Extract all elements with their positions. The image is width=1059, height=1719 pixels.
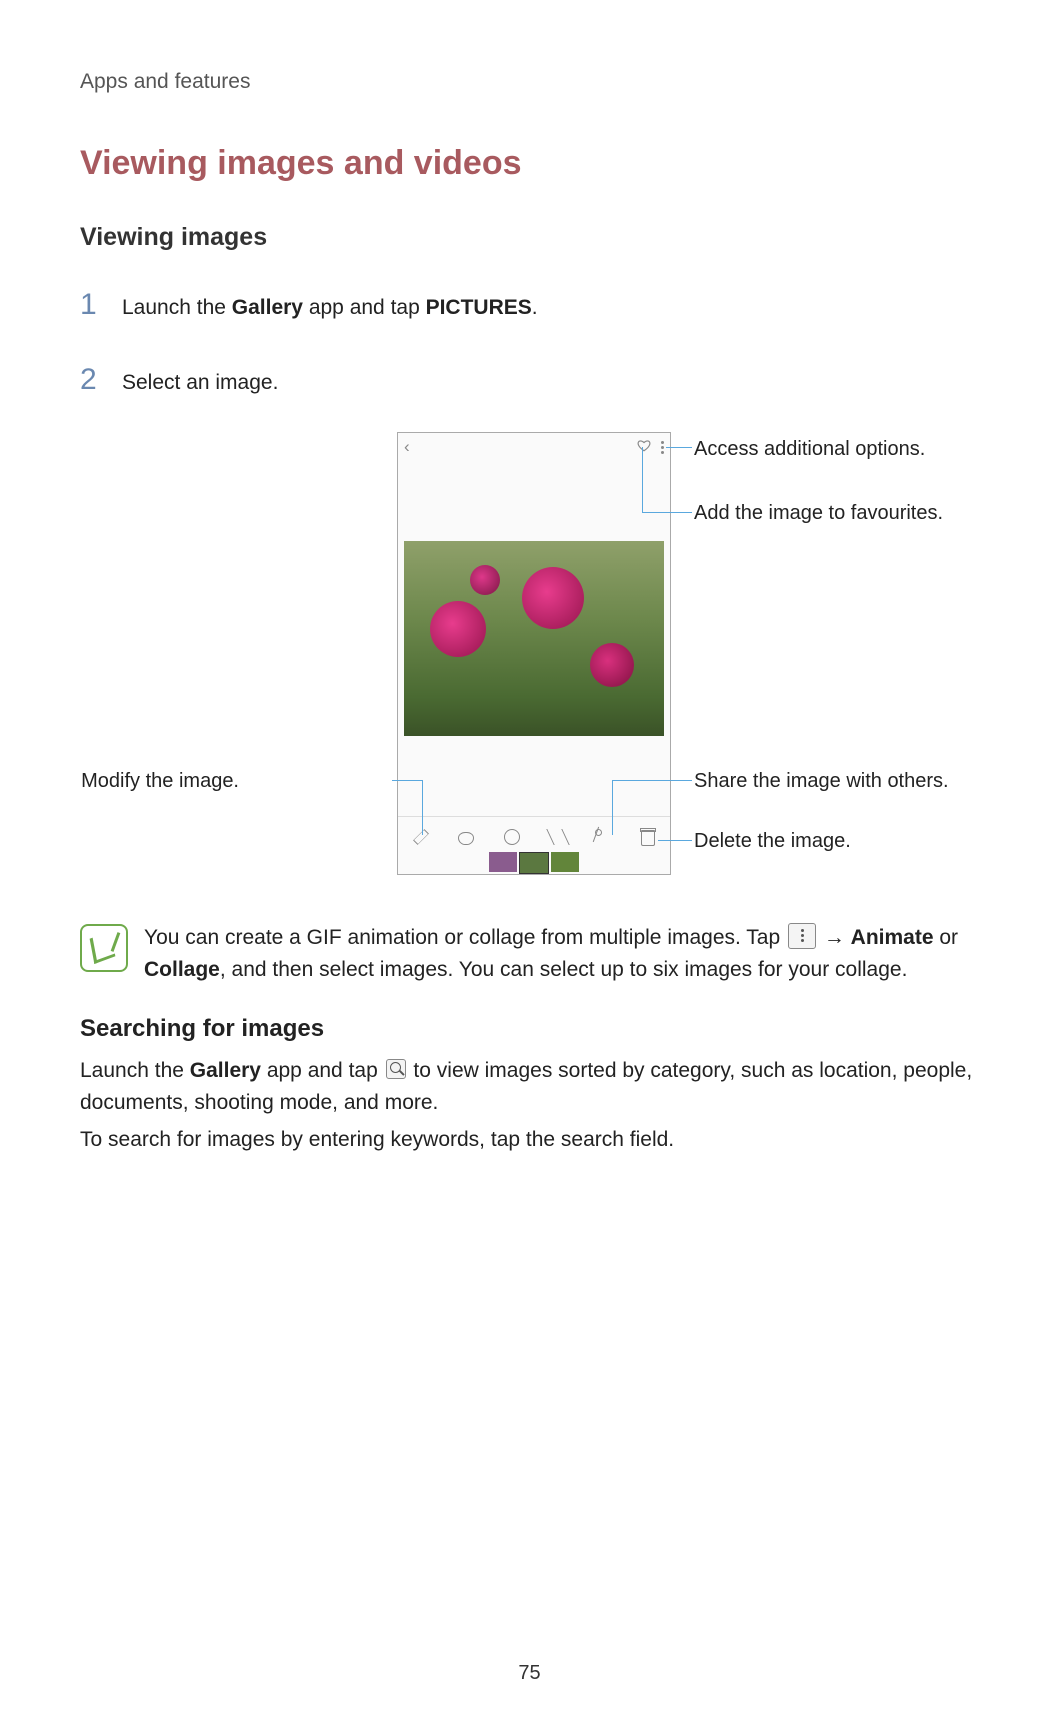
text: Launch the [80, 1059, 190, 1082]
more-options-icon [661, 441, 664, 454]
cloud-icon [458, 829, 474, 845]
callout-modify: Modify the image. [81, 770, 239, 793]
more-options-icon [788, 923, 816, 949]
text: . [532, 296, 538, 319]
delete-icon [641, 830, 655, 846]
callout-delete: Delete the image. [694, 830, 851, 853]
text: You can create a GIF animation or collag… [144, 926, 786, 949]
header-breadcrumb: Apps and features [80, 70, 989, 94]
bold: Collage [144, 958, 220, 981]
bold: PICTURES [426, 296, 532, 319]
phone-mock: ‹ [397, 432, 671, 875]
tip-note: You can create a GIF animation or collag… [80, 922, 989, 985]
paragraph: To search for images by entering keyword… [80, 1124, 989, 1156]
search-icon [386, 1059, 406, 1079]
text: Launch the [122, 296, 232, 319]
bold: Gallery [190, 1059, 261, 1082]
section-heading-viewing-images: Viewing images [80, 223, 989, 252]
edit-icon [413, 829, 429, 845]
back-icon: ‹ [404, 437, 410, 457]
text: app and tap [261, 1059, 384, 1082]
page: Apps and features Viewing images and vid… [0, 0, 1059, 1719]
crop-icon [550, 829, 566, 845]
bold: Animate [851, 926, 934, 949]
text: → [818, 926, 851, 949]
callout-share: Share the image with others. [694, 770, 949, 793]
callout-favourite: Add the image to favourites. [694, 502, 943, 525]
tag-icon [504, 829, 520, 845]
annotated-screenshot: ‹ [80, 432, 989, 902]
favourite-icon [637, 439, 651, 456]
bold: Gallery [232, 296, 303, 319]
phone-topbar: ‹ [398, 433, 670, 461]
phone-thumbnails [489, 852, 579, 874]
text: app and tap [303, 296, 426, 319]
text: , and then select images. You can select… [220, 958, 908, 981]
text: or [934, 926, 959, 949]
share-icon [595, 829, 611, 845]
step-text: Select an image. [122, 367, 278, 399]
sample-photo [404, 541, 664, 736]
step-1: 1 Launch the Gallery app and tap PICTURE… [80, 282, 989, 327]
section-heading-searching: Searching for images [80, 1015, 989, 1043]
paragraph: Launch the Gallery app and tap to view i… [80, 1055, 989, 1118]
page-number: 75 [0, 1662, 1059, 1685]
step-2: 2 Select an image. [80, 357, 989, 402]
tip-text: You can create a GIF animation or collag… [144, 922, 989, 985]
phone-body [398, 461, 670, 816]
page-title: Viewing images and videos [80, 144, 989, 183]
steps-list: 1 Launch the Gallery app and tap PICTURE… [80, 282, 989, 402]
step-text: Launch the Gallery app and tap PICTURES. [122, 292, 538, 324]
note-icon [80, 924, 128, 972]
phone-toolbar [398, 816, 670, 857]
step-number: 1 [80, 282, 122, 327]
step-number: 2 [80, 357, 122, 402]
callout-options: Access additional options. [694, 438, 925, 461]
